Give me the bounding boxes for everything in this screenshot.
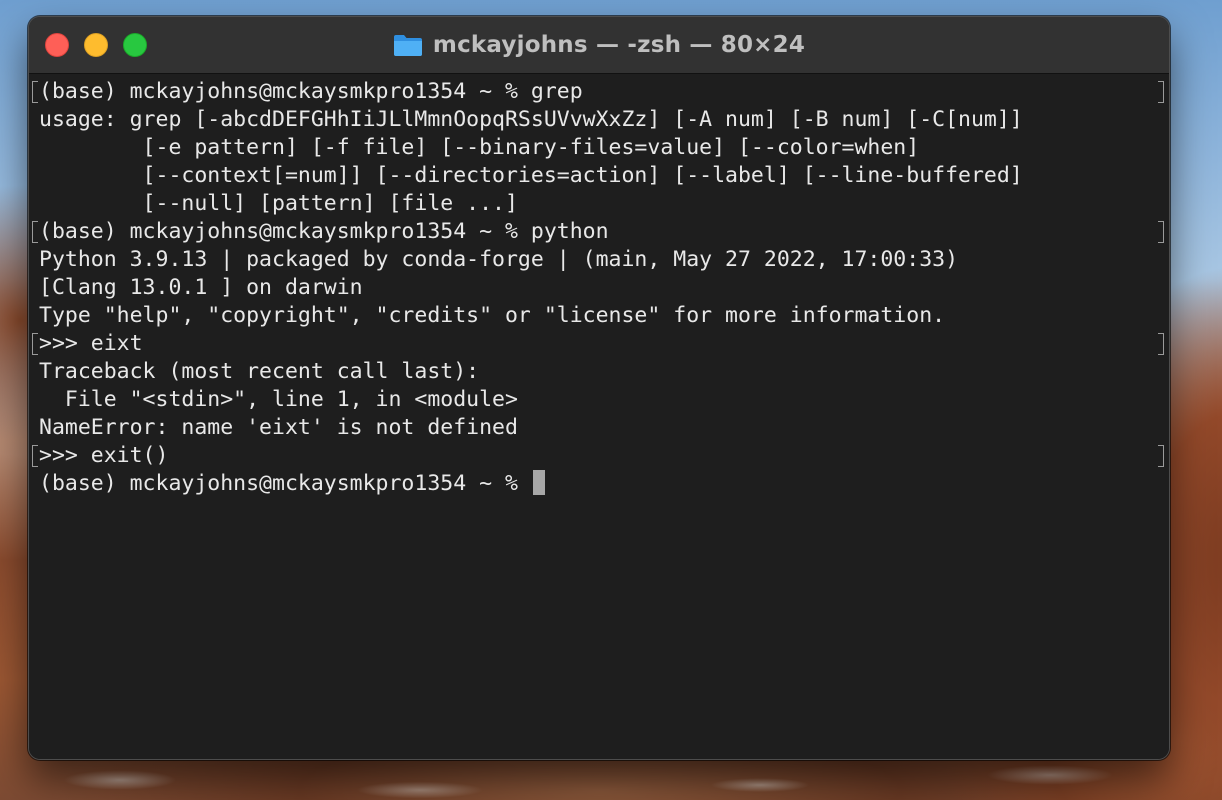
terminal-command-line: >>> eixt	[32, 330, 1164, 358]
terminal-output-line: usage: grep [-abcdDEFGHhIiJLlMmnOopqRSsU…	[39, 107, 1023, 132]
title-bar[interactable]: mckayjohns — -zsh — 80×24	[29, 17, 1169, 74]
text-cursor	[532, 470, 545, 495]
terminal-window[interactable]: mckayjohns — -zsh — 80×24 (base) mckayjo…	[28, 16, 1170, 760]
window-title-group: mckayjohns — -zsh — 80×24	[29, 17, 1169, 73]
terminal-output-area[interactable]: (base) mckayjohns@mckaysmkpro1354 ~ % gr…	[29, 74, 1169, 759]
terminal-output-line: Traceback (most recent call last):	[39, 359, 480, 384]
terminal-command-line: (base) mckayjohns@mckaysmkpro1354 ~ % py…	[32, 218, 1164, 246]
folder-icon	[393, 33, 423, 57]
terminal-output-line: [-e pattern] [-f file] [--binary-files=v…	[39, 135, 920, 160]
terminal-output-line: [--context[=num]] [--directories=action]…	[39, 163, 1023, 188]
terminal-lines: (base) mckayjohns@mckaysmkpro1354 ~ % gr…	[32, 78, 1164, 470]
terminal-output-line: NameError: name 'eixt' is not defined	[39, 415, 518, 440]
terminal-command-line: >>> exit()	[32, 442, 1164, 470]
terminal-output-line: File "<stdin>", line 1, in <module>	[39, 387, 518, 412]
terminal-command-line: (base) mckayjohns@mckaysmkpro1354 ~ % gr…	[32, 78, 1164, 106]
terminal-output-line: Type "help", "copyright", "credits" or "…	[39, 303, 946, 328]
terminal-output-line: [--null] [pattern] [file ...]	[39, 191, 518, 216]
terminal-prompt-line[interactable]: (base) mckayjohns@mckaysmkpro1354 ~ %	[39, 470, 1169, 498]
terminal-output-line: [Clang 13.0.1 ] on darwin	[39, 275, 363, 300]
window-title: mckayjohns — -zsh — 80×24	[432, 32, 806, 58]
terminal-output-line: Python 3.9.13 | packaged by conda-forge …	[39, 247, 959, 272]
terminal-prompt: (base) mckayjohns@mckaysmkpro1354 ~ %	[39, 471, 531, 496]
